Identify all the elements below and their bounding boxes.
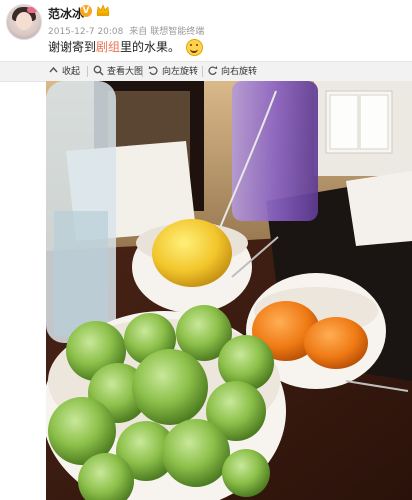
avatar-bow (27, 7, 37, 13)
rotate-right-icon (208, 66, 218, 75)
post-meta: 2015-12-7 20:08 来自 联想智能终端 (48, 24, 207, 37)
source-prefix: 来自 (129, 27, 148, 37)
rotate-right-button[interactable]: 向右旋转 (207, 65, 257, 78)
view-large-label: 查看大图 (107, 67, 144, 77)
toolbar-divider (202, 66, 203, 77)
image-toolbar: 收起 查看大图 向左旋转 向右旋转 (0, 61, 412, 82)
post-text: 谢谢寄到剧组里的水果。 (48, 38, 203, 56)
post-text-before: 谢谢寄到 (48, 40, 97, 54)
fruit-photo-illustration (46, 81, 412, 500)
post-date[interactable]: 2015-12-7 20:08 (48, 27, 123, 37)
post-photo[interactable] (46, 81, 412, 500)
rotate-left-label: 向左旋转 (162, 67, 199, 77)
post-text-after: 里的水果。 (120, 40, 181, 54)
post-source[interactable]: 联想智能终端 (150, 27, 204, 37)
post-header: 范冰冰 V 2015-12-7 20:08 来自 联想智能终端 谢谢寄到剧组里的水… (0, 0, 412, 60)
post-text-link[interactable]: 剧组 (96, 40, 120, 54)
rotate-left-icon (148, 66, 158, 75)
avatar[interactable] (6, 4, 42, 40)
smile-emoji-icon (185, 39, 203, 56)
collapse-label: 收起 (62, 67, 81, 77)
verified-icon: V (80, 5, 92, 17)
rotate-right-label: 向右旋转 (221, 67, 258, 77)
toolbar-divider (87, 66, 88, 77)
avatar-face (16, 12, 32, 30)
view-large-button[interactable]: 查看大图 (93, 65, 143, 78)
magnifier-icon (93, 65, 104, 76)
vip-crown-icon (96, 4, 110, 16)
collapse-button[interactable]: 收起 (48, 65, 80, 78)
toolbar-divider (142, 66, 143, 77)
username-link[interactable]: 范冰冰 (48, 5, 84, 22)
collapse-icon (49, 66, 58, 73)
rotate-left-button[interactable]: 向左旋转 (148, 65, 198, 78)
